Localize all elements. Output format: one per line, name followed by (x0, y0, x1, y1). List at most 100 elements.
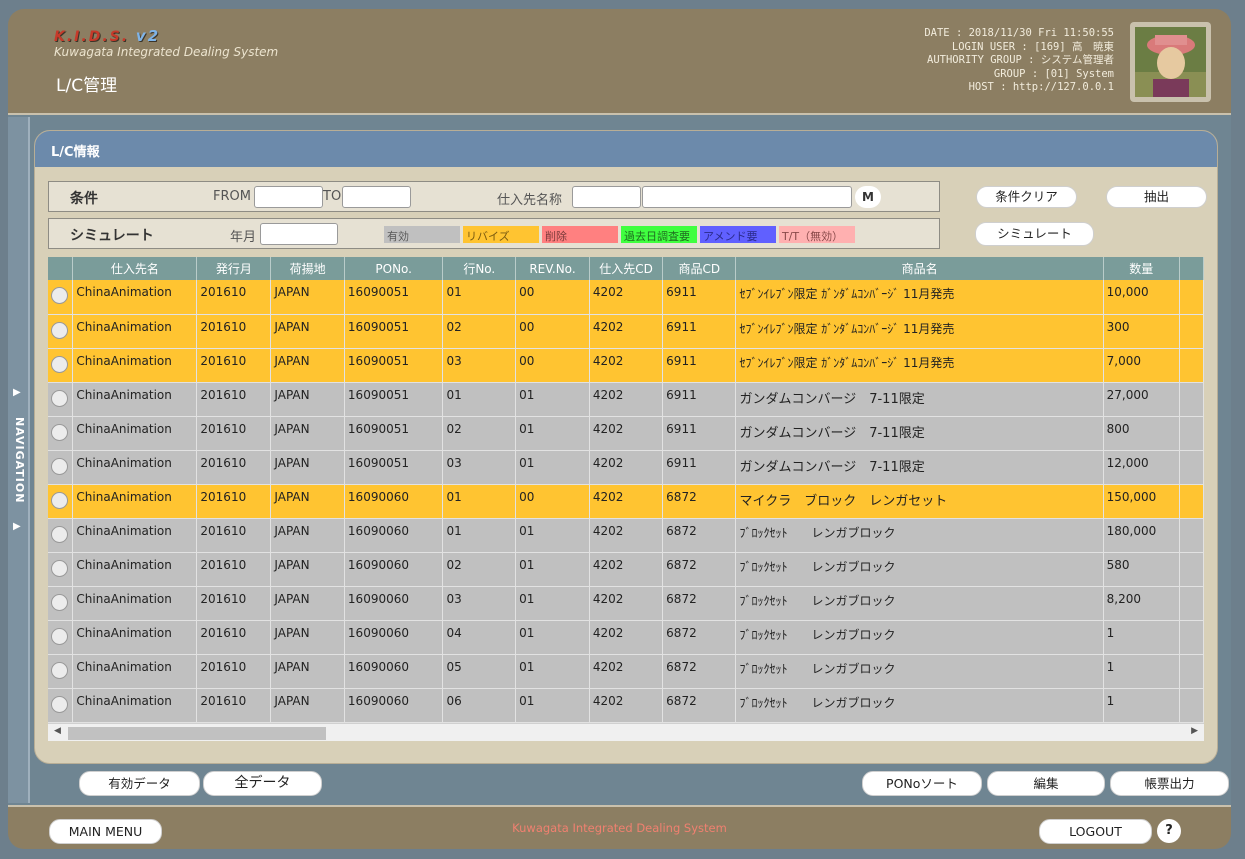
table-row[interactable]: ChinaAnimation 201610 JAPAN 16090060 02 01 420… (48, 552, 1204, 587)
row-select-radio[interactable] (51, 287, 68, 304)
table-cell: 05 (442, 654, 517, 689)
lc-info-panel: L/C情報 条件 FROM TO 仕入先名称 M シミュレート 年月 有効 リバ… (34, 130, 1218, 764)
scroll-left-icon[interactable]: ◀ (54, 726, 61, 736)
table-cell: ChinaAnimation (72, 348, 198, 383)
app-window: K.I.D.S. v2 Kuwagata Integrated Dealing … (8, 9, 1231, 849)
table-cell: 03 (442, 348, 517, 383)
table-row[interactable]: ChinaAnimation 201610 JAPAN 16090060 03 01 420… (48, 586, 1204, 621)
report-output-button[interactable]: 帳票出力 (1110, 771, 1229, 796)
logout-button[interactable]: LOGOUT (1039, 819, 1152, 844)
table-row[interactable]: ChinaAnimation 201610 JAPAN 16090060 01 01 420… (48, 518, 1204, 553)
column-header[interactable]: 仕入先名 (72, 257, 198, 280)
table-cell: ﾌﾞﾛｯｸｾｯﾄ レンガブロック (735, 552, 1104, 587)
year-month-input[interactable] (260, 223, 338, 245)
help-button[interactable]: ? (1157, 819, 1181, 843)
table-cell: 01 (515, 416, 590, 451)
table-row[interactable]: ChinaAnimation 201610 JAPAN 16090060 04 01 420… (48, 620, 1204, 655)
row-select-radio[interactable] (51, 491, 68, 509)
row-select-cell (48, 382, 74, 417)
horizontal-scrollbar[interactable]: ◀ ▶ (48, 723, 1204, 741)
row-select-radio[interactable] (51, 593, 68, 611)
all-data-button[interactable]: 全データ (203, 771, 322, 796)
table-cell: 6872 (662, 688, 737, 723)
table-cell: ガンダムコンバージ 7-11限定 (735, 382, 1104, 417)
table-cell: 16090060 (344, 586, 444, 621)
column-header[interactable]: 行No. (442, 257, 517, 280)
scroll-right-icon[interactable]: ▶ (1191, 726, 1198, 736)
table-cell: JAPAN (270, 552, 345, 587)
simulate-button[interactable]: シミュレート (975, 222, 1094, 246)
table-cell: 4202 (589, 552, 664, 587)
row-select-radio[interactable] (51, 695, 68, 713)
table-cell: 4202 (589, 518, 664, 553)
table-cell: 04 (442, 620, 517, 655)
table-row[interactable]: ChinaAnimation 201610 JAPAN 16090060 06 01 420… (48, 688, 1204, 723)
table-row[interactable]: ChinaAnimation 201610 JAPAN 16090060 05 01 420… (48, 654, 1204, 689)
table-cell: JAPAN (270, 518, 345, 553)
table-cell: 01 (515, 654, 590, 689)
table-cell: 4202 (589, 688, 664, 723)
row-select-radio[interactable] (51, 355, 68, 373)
row-select-radio[interactable] (51, 525, 68, 543)
column-header[interactable]: 数量 (1103, 257, 1180, 280)
table-cell: 4202 (589, 416, 664, 451)
table-row[interactable]: ChinaAnimation 201610 JAPAN 16090051 02 00 420… (48, 314, 1204, 349)
legend-valid: 有効 (384, 226, 460, 243)
table-cell-extra (1179, 280, 1204, 315)
table-row[interactable]: ChinaAnimation 201610 JAPAN 16090060 01 00 420… (48, 484, 1204, 519)
valid-data-button[interactable]: 有効データ (79, 771, 200, 796)
column-header[interactable]: 商品CD (662, 257, 737, 280)
scroll-thumb[interactable] (68, 727, 326, 740)
table-row[interactable]: ChinaAnimation 201610 JAPAN 16090051 03 00 420… (48, 348, 1204, 383)
table-cell: ｾﾌﾞﾝｲﾚﾌﾞﾝ限定 ｶﾞﾝﾀﾞﾑｺﾝﾊﾞｰｼﾞ 11月発売 (735, 314, 1104, 349)
navigation-toggle[interactable]: ▶ NAVIGATION ▶ (8, 117, 30, 803)
row-select-cell (48, 348, 74, 383)
table-cell: JAPAN (270, 586, 345, 621)
column-header[interactable]: 荷揚地 (270, 257, 345, 280)
row-select-cell (48, 314, 74, 349)
column-header[interactable]: 発行月 (196, 257, 272, 280)
pono-sort-button[interactable]: PONoソート (862, 771, 982, 796)
extract-button[interactable]: 抽出 (1106, 186, 1207, 208)
table-cell: ガンダムコンバージ 7-11限定 (735, 416, 1104, 451)
table-cell: JAPAN (270, 280, 345, 315)
edit-button[interactable]: 編集 (987, 771, 1105, 796)
app-logo: K.I.D.S. v2 (54, 27, 160, 45)
system-info: DATE : 2018/11/30 Fri 11:50:55 LOGIN USE… (924, 27, 1114, 95)
column-header[interactable]: PONo. (344, 257, 444, 280)
table-row[interactable]: ChinaAnimation 201610 JAPAN 16090051 01 01 420… (48, 382, 1204, 417)
supplier-master-button[interactable]: M (855, 186, 881, 208)
table-row[interactable]: ChinaAnimation 201610 JAPAN 16090051 03 01 420… (48, 450, 1204, 485)
table-cell: 10,000 (1103, 280, 1180, 315)
host-line: HOST : http://127.0.0.1 (968, 81, 1114, 93)
row-select-radio[interactable] (51, 423, 68, 441)
row-select-radio[interactable] (51, 321, 68, 339)
column-header[interactable]: 商品名 (735, 257, 1104, 280)
from-date-input[interactable] (254, 186, 323, 208)
row-select-radio[interactable] (51, 627, 68, 645)
supplier-code-input[interactable] (572, 186, 641, 208)
column-header[interactable]: 仕入先CD (589, 257, 664, 280)
table-row[interactable]: ChinaAnimation 201610 JAPAN 16090051 01 00 420… (48, 280, 1204, 315)
column-header-extra (1179, 257, 1204, 280)
row-select-radio[interactable] (51, 559, 68, 577)
main-menu-button[interactable]: MAIN MENU (49, 819, 162, 844)
table-cell: 01 (515, 382, 590, 417)
table-cell: 201610 (196, 314, 272, 349)
table-cell: 6911 (662, 416, 737, 451)
column-header[interactable]: REV.No. (515, 257, 590, 280)
table-header-row: 仕入先名 発行月 荷揚地 PONo. 行No. REV.No. 仕入先CD 商品… (48, 257, 1204, 280)
table-cell: 4202 (589, 314, 664, 349)
table-cell: ﾌﾞﾛｯｸｾｯﾄ レンガブロック (735, 688, 1104, 723)
header: K.I.D.S. v2 Kuwagata Integrated Dealing … (8, 9, 1231, 115)
row-select-radio[interactable] (51, 661, 68, 679)
table-cell: ﾌﾞﾛｯｸｾｯﾄ レンガブロック (735, 620, 1104, 655)
row-select-radio[interactable] (51, 389, 68, 407)
to-date-input[interactable] (342, 186, 411, 208)
table-row[interactable]: ChinaAnimation 201610 JAPAN 16090051 02 01 420… (48, 416, 1204, 451)
table-cell: JAPAN (270, 348, 345, 383)
table-cell: 16090051 (344, 416, 444, 451)
clear-conditions-button[interactable]: 条件クリア (976, 186, 1077, 208)
supplier-name-input[interactable] (642, 186, 852, 208)
row-select-radio[interactable] (51, 457, 68, 475)
